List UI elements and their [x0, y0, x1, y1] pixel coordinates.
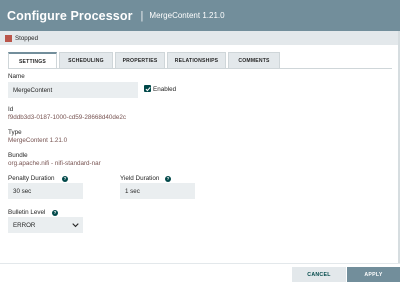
bulletin-level-label: Bulletin Level [8, 209, 46, 216]
yield-help-icon[interactable]: ? [165, 175, 171, 182]
bundle-label: Bundle [8, 152, 28, 159]
tab-settings-label: SETTINGS [18, 58, 47, 65]
tab-comments[interactable]: COMMENTS [228, 52, 280, 69]
enabled-checkbox[interactable] [144, 85, 151, 92]
tab-settings[interactable]: SETTINGS [8, 52, 57, 69]
tab-scheduling[interactable]: SCHEDULING [59, 52, 113, 69]
stop-icon [5, 34, 12, 42]
penalty-duration-label: Penalty Duration [8, 175, 55, 182]
title-separator: | [140, 9, 144, 22]
penalty-help-icon[interactable]: ? [62, 175, 68, 182]
name-input[interactable]: MergeContent [8, 82, 138, 98]
type-value: MergeContent 1.21.0 [8, 137, 68, 144]
enabled-label: Enabled [153, 85, 177, 93]
checkmark-icon [145, 86, 151, 91]
dialog-subtitle: MergeContent 1.21.0 [149, 11, 225, 20]
tab-scheduling-label: SCHEDULING [68, 58, 104, 64]
status-text: Stopped [15, 34, 39, 42]
status-bar: Stopped [0, 31, 400, 45]
id-value: f9ddb3d3-0187-1000-cd59-28668d40de2c [8, 114, 126, 121]
tab-comments-label: COMMENTS [238, 58, 270, 64]
yield-duration-value: 1 sec [125, 187, 140, 195]
name-label: Name [8, 73, 25, 80]
penalty-duration-input[interactable]: 30 sec [8, 183, 83, 199]
tab-properties-label: PROPERTIES [122, 58, 158, 64]
name-input-value: MergeContent [13, 86, 53, 94]
id-label: Id [8, 106, 14, 113]
tab-properties[interactable]: PROPERTIES [115, 52, 165, 69]
apply-button[interactable]: APPLY [347, 267, 400, 282]
cancel-button[interactable]: CANCEL [292, 267, 346, 282]
bundle-value: org.apache.nifi - nifi-standard-nar [8, 160, 101, 167]
yield-duration-label: Yield Duration [120, 175, 160, 182]
tab-bar: SETTINGS SCHEDULING PROPERTIES RELATIONS… [8, 52, 282, 69]
dialog-header: Configure Processor | MergeContent 1.21.… [0, 0, 400, 31]
tab-divider [8, 68, 392, 69]
yield-duration-input[interactable]: 1 sec [120, 183, 195, 199]
tab-relationships-label: RELATIONSHIPS [174, 58, 219, 64]
bulletin-level-select[interactable]: ERROR [8, 217, 83, 233]
type-label: Type [8, 129, 22, 136]
bulletin-help-icon[interactable]: ? [52, 209, 58, 216]
tab-relationships[interactable]: RELATIONSHIPS [167, 52, 226, 69]
dialog-title: Configure Processor [7, 8, 133, 23]
bulletin-level-value: ERROR [13, 221, 36, 229]
chevron-down-icon [72, 223, 79, 228]
penalty-duration-value: 30 sec [13, 187, 32, 195]
